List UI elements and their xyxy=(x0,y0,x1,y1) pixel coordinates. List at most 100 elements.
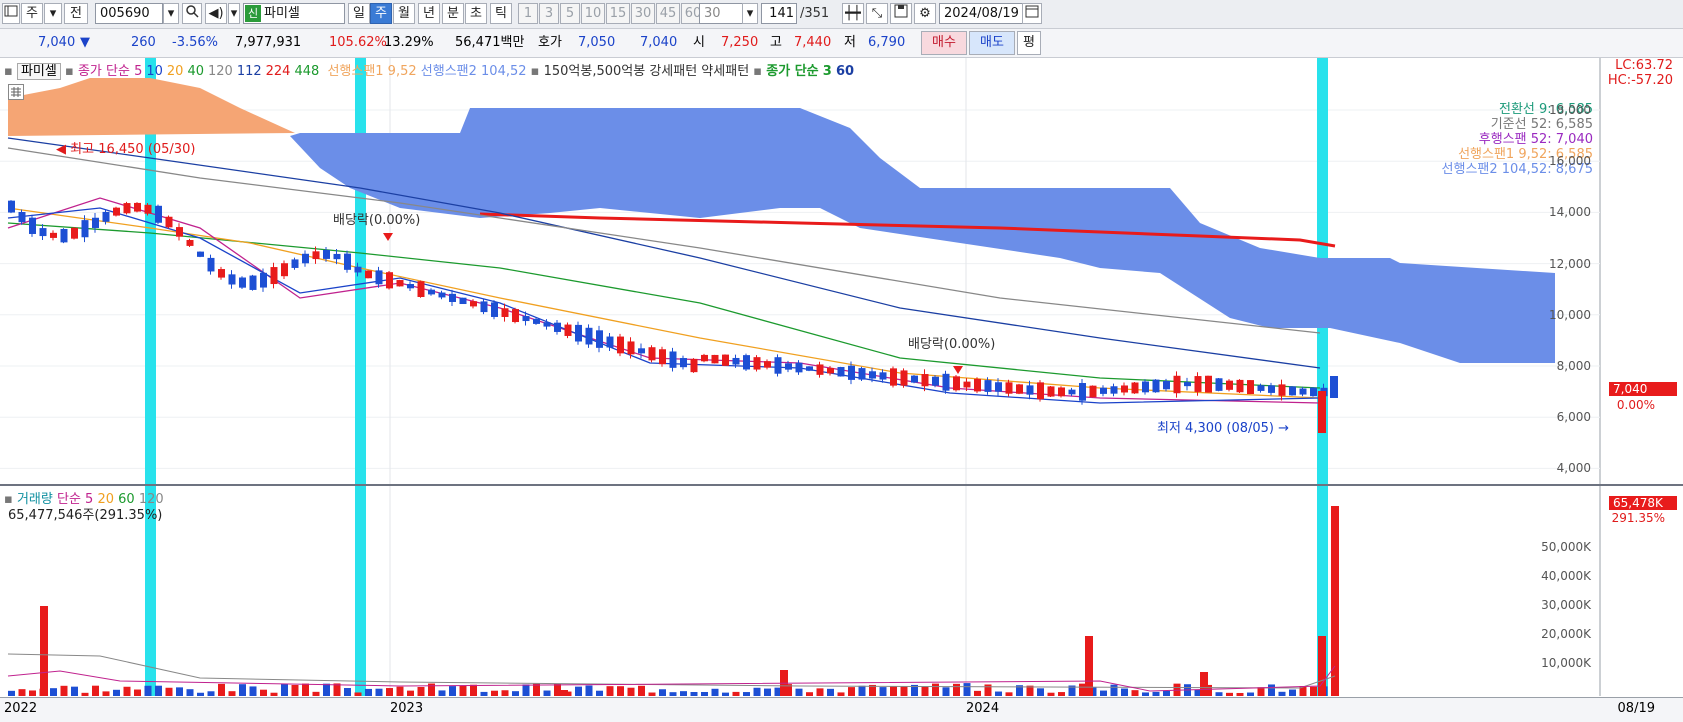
legend-ma2-3: 3 xyxy=(822,64,832,79)
volume-bar xyxy=(512,691,519,696)
price-pane[interactable]: ▪ 파미셀 ▪ 종가 단순 5 10 20 40 120 112 224 448 선행스팬1 … xyxy=(0,58,1683,486)
candle-body xyxy=(953,376,960,391)
candle-body xyxy=(428,289,435,295)
save-icon[interactable] xyxy=(890,3,912,24)
volume-bar xyxy=(260,689,267,696)
legend-ma-20: 20 xyxy=(166,64,184,79)
interval-15[interactable]: 15 xyxy=(606,3,630,24)
interval-value-input[interactable]: 30 xyxy=(699,3,747,24)
timeframe-1[interactable]: 주 xyxy=(370,3,392,24)
evaluate-button[interactable]: 평 xyxy=(1017,31,1041,55)
candle-body xyxy=(596,330,603,348)
quote-info-bar: 7,040 ▼ 260 -3.56% 7,977,931 105.62% 13.… xyxy=(0,29,1683,58)
calendar-icon[interactable] xyxy=(1022,3,1042,24)
ichimoku-label-1: 기준선 52: 6,585 xyxy=(1490,117,1593,132)
volume-bar xyxy=(1289,689,1296,696)
low-price: 6,790 xyxy=(868,35,906,50)
volume-bar xyxy=(417,687,425,696)
volume-bar xyxy=(974,690,981,696)
crosshair-icon[interactable]: ⤡ xyxy=(866,3,888,24)
interval-45[interactable]: 45 xyxy=(656,3,680,24)
volume-bar xyxy=(480,691,488,696)
sell-button[interactable]: 매도 xyxy=(969,31,1015,55)
volume-bar xyxy=(701,691,708,696)
interval-1[interactable]: 1 xyxy=(518,3,538,24)
code-dropdown-icon[interactable]: ▾ xyxy=(163,3,179,24)
timeframe-6[interactable]: 틱 xyxy=(490,3,512,24)
chart-menu-icon[interactable] xyxy=(2,3,20,24)
high-price: 7,440 xyxy=(794,35,832,50)
ask-price: 7,050 xyxy=(578,35,616,50)
volume-bar xyxy=(984,684,992,696)
interval-3[interactable]: 3 xyxy=(539,3,559,24)
dividend-arrow xyxy=(953,366,963,374)
candle-body xyxy=(932,376,939,386)
volume-bar xyxy=(638,685,645,696)
timeframe-2[interactable]: 월 xyxy=(393,3,415,24)
grid-toggle-icon[interactable] xyxy=(8,84,24,100)
volume-plot[interactable] xyxy=(0,486,1683,696)
volume-bar xyxy=(575,686,582,696)
legend-ma-448: 448 xyxy=(294,64,320,79)
period-select[interactable]: 주 xyxy=(21,3,43,24)
count-input[interactable]: 141 xyxy=(761,3,797,24)
volume-bar xyxy=(60,685,68,696)
candle-body xyxy=(270,267,278,285)
candle-body xyxy=(575,324,582,342)
candle-body xyxy=(753,357,761,370)
candle-body xyxy=(963,381,971,388)
interval-30[interactable]: 30 xyxy=(631,3,655,24)
dividend-label-2: 배당락(0.00%) xyxy=(908,337,996,352)
candle-body xyxy=(176,227,183,237)
candle-type-icon[interactable]: ┿┿ xyxy=(842,3,864,24)
candle-body xyxy=(701,354,708,362)
volume-y-tick: 40,000K xyxy=(1541,569,1591,583)
candle-body xyxy=(501,308,509,317)
volume-bar xyxy=(155,685,162,696)
volume-bar xyxy=(690,692,698,696)
candle-body xyxy=(144,204,152,214)
candle-body xyxy=(1205,375,1212,393)
timeframe-0[interactable]: 일 xyxy=(348,3,370,24)
stock-code-input[interactable]: 005690 xyxy=(95,3,163,24)
stock-name-select[interactable]: 신 파미셀 xyxy=(243,3,345,24)
timeframe-3[interactable]: 년 xyxy=(418,3,440,24)
speaker-icon[interactable]: ◀) xyxy=(205,3,227,24)
interval-10[interactable]: 10 xyxy=(581,3,605,24)
legend-ma-224: 224 xyxy=(265,64,291,79)
prev-button[interactable]: 전 xyxy=(64,3,88,24)
chevron-down-icon[interactable]: ▾ xyxy=(44,3,62,24)
candle-body xyxy=(1152,379,1160,393)
price-plot[interactable] xyxy=(0,58,1683,484)
volume-bar xyxy=(1152,691,1160,696)
volume-bar xyxy=(8,690,15,696)
legend-stock-name[interactable]: 파미셀 xyxy=(16,63,61,80)
speaker-dropdown-icon[interactable]: ▾ xyxy=(228,3,240,24)
interval-dropdown-icon[interactable]: ▾ xyxy=(742,3,758,24)
candle-body xyxy=(617,336,624,354)
gear-icon[interactable]: ⚙ xyxy=(914,3,936,24)
candle-body xyxy=(921,374,929,387)
volume-bar xyxy=(50,688,57,696)
volume-bar xyxy=(942,687,950,696)
buy-button[interactable]: 매수 xyxy=(921,31,967,55)
candle-body xyxy=(1163,380,1170,390)
candle-body xyxy=(1318,391,1326,433)
volume-bar xyxy=(764,688,771,696)
timeframe-5[interactable]: 초 xyxy=(465,3,487,24)
volume-bar xyxy=(560,690,568,696)
low-annotation: 최저 4,300 (08/05) → xyxy=(1157,421,1290,436)
timeframe-4[interactable]: 분 xyxy=(442,3,464,24)
volume-bar xyxy=(165,687,173,696)
candle-body xyxy=(155,205,162,223)
volume-bar xyxy=(92,685,99,696)
price-y-tick: 16,000 xyxy=(1549,154,1591,169)
volume-bar xyxy=(1037,688,1044,696)
price-y-tick: 4,000 xyxy=(1556,461,1591,476)
volume-pane[interactable]: ▪ 거래량 단순 5 20 60 120 65,477,546주(291.35%… xyxy=(0,486,1683,696)
date-input[interactable]: 2024/08/19 xyxy=(939,3,1025,24)
prev-label: 전 xyxy=(70,6,82,21)
interval-5[interactable]: 5 xyxy=(560,3,580,24)
search-icon[interactable] xyxy=(182,3,202,24)
candle-body xyxy=(1068,389,1076,395)
